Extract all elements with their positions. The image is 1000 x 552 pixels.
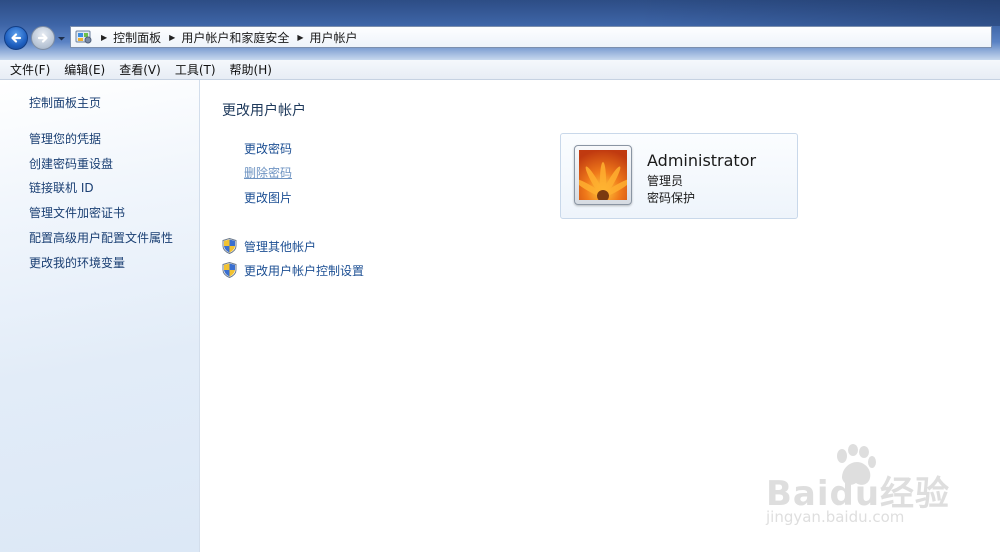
remove-password-link[interactable]: 删除密码 <box>244 164 292 181</box>
back-arrow-icon <box>11 33 22 43</box>
watermark-url: jingyan.baidu.com <box>766 508 905 526</box>
menu-tools[interactable]: 工具(T) <box>175 61 216 78</box>
account-role: 管理员 <box>647 174 684 188</box>
control-panel-icon <box>75 30 92 44</box>
avatar <box>574 145 632 205</box>
account-name: Administrator <box>647 151 757 170</box>
sidebar-item-manage-credentials[interactable]: 管理您的凭据 <box>29 130 101 147</box>
flower-avatar-icon <box>579 150 627 200</box>
sidebar-item-create-reset-disk[interactable]: 创建密码重设盘 <box>29 155 113 172</box>
address-bar[interactable]: ▶ 控制面板 ▶ 用户帐户和家庭安全 ▶ 用户帐户 <box>70 26 992 48</box>
forward-arrow-icon <box>37 33 48 43</box>
back-button[interactable] <box>4 26 28 50</box>
change-picture-link[interactable]: 更改图片 <box>244 189 292 206</box>
titlebar-glow <box>640 0 1000 26</box>
breadcrumb-separator[interactable]: ▶ <box>169 33 175 42</box>
breadcrumb-control-panel[interactable]: 控制面板 <box>113 29 161 46</box>
window-titlebar: ▶ 控制面板 ▶ 用户帐户和家庭安全 ▶ 用户帐户 <box>0 0 1000 60</box>
sidebar-item-environment-variables[interactable]: 更改我的环境变量 <box>29 254 125 271</box>
manage-other-accounts-link[interactable]: 管理其他帐户 <box>244 238 316 255</box>
change-password-link[interactable]: 更改密码 <box>244 140 292 157</box>
baidu-watermark: Baidu经验 jingyan.baidu.com <box>766 444 988 534</box>
page-title: 更改用户帐户 <box>222 103 306 119</box>
sidebar-item-advanced-profile[interactable]: 配置高级用户配置文件属性 <box>29 229 173 246</box>
sidebar-item-control-panel-home[interactable]: 控制面板主页 <box>29 94 101 111</box>
breadcrumb-separator[interactable]: ▶ <box>297 33 303 42</box>
account-status: 密码保护 <box>647 191 696 205</box>
sidebar-item-link-online-id[interactable]: 链接联机 ID <box>29 179 94 196</box>
menu-view[interactable]: 查看(V) <box>119 61 161 78</box>
account-card: Administrator 管理员 密码保护 <box>560 133 798 219</box>
menu-bar: 文件(F) 编辑(E) 查看(V) 工具(T) 帮助(H) <box>0 60 1000 80</box>
recent-pages-dropdown-icon[interactable] <box>57 34 66 43</box>
uac-shield-icon <box>222 262 237 278</box>
breadcrumb-separator[interactable]: ▶ <box>101 33 107 42</box>
menu-file[interactable]: 文件(F) <box>10 61 50 78</box>
breadcrumb-user-accounts[interactable]: 用户帐户 <box>310 29 358 46</box>
breadcrumb-user-accounts-family[interactable]: 用户帐户和家庭安全 <box>181 29 289 46</box>
sidebar-item-file-encryption-certs[interactable]: 管理文件加密证书 <box>29 204 125 221</box>
menu-help[interactable]: 帮助(H) <box>230 61 272 78</box>
uac-settings-link[interactable]: 更改用户帐户控制设置 <box>244 262 364 279</box>
menu-edit[interactable]: 编辑(E) <box>64 61 105 78</box>
task-pane: 控制面板主页 管理您的凭据 创建密码重设盘 链接联机 ID 管理文件加密证书 配… <box>0 80 200 552</box>
uac-shield-icon <box>222 238 237 254</box>
forward-button[interactable] <box>31 26 55 50</box>
